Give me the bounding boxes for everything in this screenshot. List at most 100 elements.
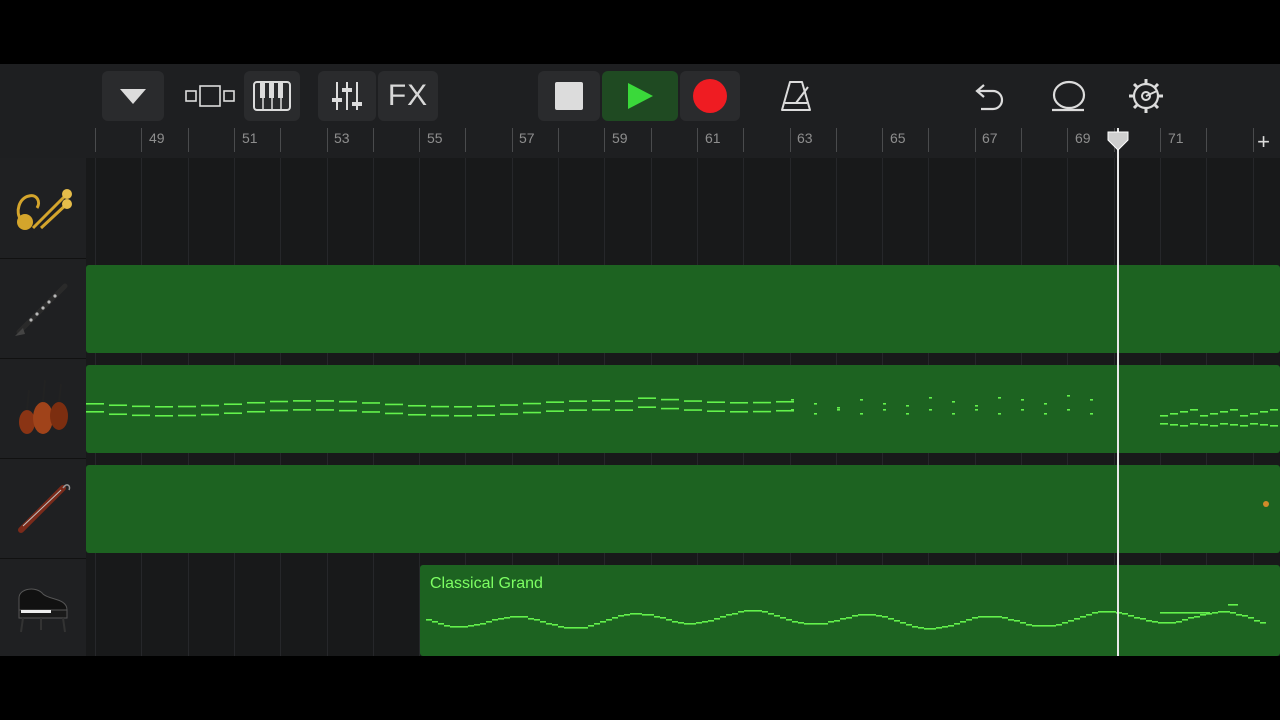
tracks-view-button[interactable] bbox=[180, 71, 240, 121]
track-header-clarinet[interactable] bbox=[0, 258, 86, 359]
midi-note bbox=[178, 414, 196, 417]
midi-note bbox=[1200, 614, 1206, 616]
grid-line bbox=[558, 158, 559, 258]
grid-line bbox=[512, 158, 513, 258]
midi-note bbox=[1110, 611, 1116, 613]
region-piano[interactable]: Classical Grand bbox=[420, 565, 1280, 656]
midi-note bbox=[109, 404, 127, 407]
midi-note bbox=[972, 617, 978, 619]
midi-note bbox=[882, 616, 888, 618]
play-icon bbox=[628, 83, 653, 109]
strings-icon bbox=[19, 379, 68, 434]
stop-button[interactable] bbox=[538, 71, 600, 121]
loop-icon bbox=[1052, 80, 1086, 112]
midi-note bbox=[500, 413, 518, 415]
grid-line bbox=[95, 158, 96, 258]
midi-note bbox=[1056, 624, 1062, 626]
play-button[interactable] bbox=[602, 71, 678, 121]
midi-note bbox=[86, 403, 104, 405]
lane-clarinet[interactable] bbox=[86, 258, 1280, 358]
midi-note bbox=[504, 617, 510, 619]
midi-note bbox=[546, 410, 564, 412]
midi-note bbox=[426, 619, 432, 621]
midi-note bbox=[837, 407, 840, 409]
bassoon-icon bbox=[18, 484, 71, 533]
midi-note bbox=[1090, 413, 1093, 415]
midi-note bbox=[385, 412, 403, 415]
midi-note bbox=[860, 413, 863, 415]
timeline-ruler[interactable]: 49 51 53 55 57 59 61 63 65 67 69 71 + bbox=[86, 128, 1280, 159]
midi-note bbox=[569, 409, 587, 411]
midi-note bbox=[756, 610, 762, 612]
midi-note bbox=[929, 397, 932, 399]
loop-browser-button[interactable] bbox=[1042, 71, 1094, 121]
add-section-button[interactable]: + bbox=[1257, 128, 1270, 156]
ruler-tick bbox=[928, 128, 929, 152]
midi-note bbox=[486, 621, 492, 623]
ruler-tick bbox=[512, 128, 513, 152]
midi-note bbox=[1032, 625, 1038, 627]
fx-button[interactable]: FX bbox=[378, 71, 438, 121]
record-button[interactable] bbox=[680, 71, 740, 121]
midi-note bbox=[798, 622, 804, 624]
midi-note bbox=[1140, 618, 1146, 620]
track-header-strings[interactable] bbox=[0, 358, 86, 459]
midi-note bbox=[1128, 615, 1134, 617]
grid-line bbox=[697, 158, 698, 258]
midi-note bbox=[860, 399, 863, 401]
midi-note bbox=[744, 610, 750, 612]
undo-button[interactable] bbox=[962, 71, 1014, 121]
midi-note bbox=[929, 409, 932, 411]
midi-note bbox=[1044, 413, 1047, 415]
midi-note bbox=[876, 615, 882, 617]
midi-note bbox=[1026, 624, 1032, 626]
midi-note bbox=[858, 614, 864, 616]
ruler-tick bbox=[465, 128, 466, 152]
bar-number: 53 bbox=[334, 130, 350, 146]
lane-strings[interactable] bbox=[86, 358, 1280, 458]
lane-brass[interactable] bbox=[86, 158, 1280, 258]
midi-note bbox=[498, 618, 504, 620]
midi-note bbox=[201, 404, 219, 407]
instrument-button[interactable] bbox=[244, 71, 300, 121]
midi-note bbox=[732, 613, 738, 615]
region-clarinet[interactable] bbox=[86, 265, 1280, 353]
ruler-tick bbox=[419, 128, 420, 152]
midi-note bbox=[1224, 611, 1230, 613]
midi-note bbox=[1194, 616, 1200, 618]
lane-bassoon[interactable] bbox=[86, 458, 1280, 558]
midi-note bbox=[900, 622, 906, 624]
midi-note bbox=[1038, 625, 1044, 627]
midi-note bbox=[1270, 425, 1278, 427]
grid-line bbox=[790, 158, 791, 258]
grid-line bbox=[882, 158, 883, 258]
midi-note bbox=[678, 622, 684, 624]
playhead[interactable] bbox=[1117, 128, 1119, 656]
tracks-area[interactable]: Classical Grand bbox=[86, 158, 1280, 656]
grid-line bbox=[419, 158, 420, 258]
bar-number: 57 bbox=[519, 130, 535, 146]
midi-note bbox=[786, 619, 792, 621]
track-header-brass[interactable] bbox=[0, 158, 86, 259]
midi-note bbox=[948, 625, 954, 627]
track-menu-button[interactable] bbox=[102, 71, 164, 121]
region-strings[interactable] bbox=[86, 365, 1280, 453]
midi-note bbox=[753, 410, 771, 413]
midi-note bbox=[984, 616, 990, 618]
track-header-piano[interactable] bbox=[0, 558, 86, 656]
mixer-button[interactable] bbox=[318, 71, 376, 121]
midi-note bbox=[975, 405, 978, 407]
lane-piano[interactable]: Classical Grand bbox=[86, 558, 1280, 656]
midi-note bbox=[615, 400, 633, 402]
metronome-button[interactable] bbox=[770, 71, 822, 121]
settings-button[interactable] bbox=[1120, 71, 1172, 121]
track-headers bbox=[0, 158, 86, 656]
midi-note bbox=[1068, 620, 1074, 622]
midi-note bbox=[924, 628, 930, 630]
ruler-tick bbox=[836, 128, 837, 152]
midi-note bbox=[408, 404, 426, 407]
region-bassoon[interactable] bbox=[86, 465, 1280, 553]
track-header-bassoon[interactable] bbox=[0, 458, 86, 559]
playhead-handle[interactable] bbox=[1106, 130, 1130, 152]
toolbar: FX bbox=[0, 64, 1280, 128]
